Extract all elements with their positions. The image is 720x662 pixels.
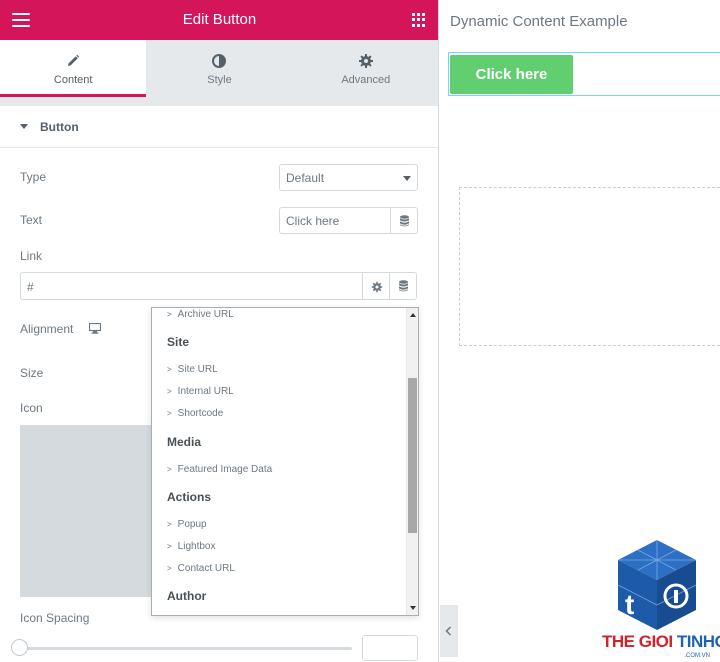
icon-picker-preview[interactable] [20, 425, 151, 597]
icon-spacing-input[interactable] [362, 635, 418, 661]
gear-icon [371, 281, 383, 293]
section-toggle-button[interactable]: Button [0, 106, 438, 148]
link-label: Link [20, 249, 43, 263]
click-here-button[interactable]: Click here [450, 55, 573, 94]
pencil-icon [68, 54, 80, 66]
section-title: Button [40, 120, 79, 134]
tab-content-label: Content [53, 74, 93, 86]
size-label: Size [20, 366, 44, 380]
text-input[interactable]: Click here [279, 207, 390, 234]
half-circle-icon [212, 54, 227, 68]
caret-down-icon [20, 124, 28, 129]
chevron-down-icon [403, 176, 411, 181]
panel-tabs: Content Style Advanced [0, 40, 438, 97]
dropdown-item[interactable]: > Internal URL [167, 386, 234, 397]
panel-divider [0, 97, 438, 106]
link-options-button[interactable] [362, 272, 390, 300]
text-input-value: Click here [286, 214, 340, 228]
dropdown-scrollbar[interactable] [406, 308, 418, 615]
tab-style[interactable]: Style [146, 40, 292, 97]
watermark-subtext: .COM.VN [684, 653, 710, 659]
widgets-grid-icon[interactable] [412, 13, 426, 27]
dropdown-item[interactable]: > Archive URL [167, 309, 234, 320]
dropdown-group-heading: Site [167, 335, 190, 349]
type-label: Type [20, 170, 47, 184]
tab-advanced[interactable]: Advanced [293, 40, 438, 97]
panel-title: Edit Button [182, 11, 257, 28]
type-select-value: Default [286, 171, 325, 185]
gear-icon [358, 54, 373, 68]
icon-label: Icon [20, 401, 43, 415]
dropdown-item[interactable]: > Shortcode [167, 408, 223, 419]
dynamic-tags-dropdown: > Archive URL Site > Site URL > Internal UR… [151, 307, 419, 616]
panel-header: Edit Button [0, 0, 438, 40]
editor-panel: Edit Button Content Style Advanced Butto… [0, 0, 439, 662]
scroll-up-arrow-icon[interactable] [410, 313, 416, 317]
icon-spacing-slider-track[interactable] [20, 647, 352, 650]
link-input[interactable]: # [20, 272, 362, 300]
link-dynamic-tags-button[interactable] [389, 272, 417, 300]
dropdown-group-heading: Actions [167, 490, 212, 504]
link-input-value: # [27, 280, 34, 294]
collapse-panel-button[interactable] [440, 605, 458, 657]
icon-spacing-slider-handle[interactable] [11, 639, 28, 656]
database-icon [399, 280, 408, 292]
dropdown-item[interactable]: > Popup [167, 519, 207, 530]
selected-button-widget[interactable]: Click here [448, 52, 720, 96]
database-icon [400, 215, 409, 227]
dropdown-item[interactable]: > Site URL [167, 364, 218, 375]
watermark-logo: t THE GIOI TINHOC .COM.VN [598, 538, 720, 662]
icon-spacing-label: Icon Spacing [20, 611, 90, 625]
alignment-label: Alignment [20, 322, 74, 336]
scroll-down-arrow-icon[interactable] [410, 606, 416, 610]
tab-style-label: Style [207, 74, 232, 86]
tab-content[interactable]: Content [0, 40, 147, 97]
text-label: Text [20, 213, 43, 227]
scrollbar-thumb[interactable] [408, 378, 417, 533]
chevron-left-icon [445, 626, 452, 636]
tab-advanced-label: Advanced [341, 74, 391, 86]
dropdown-item[interactable]: > Contact URL [167, 563, 235, 574]
dropdown-item[interactable]: > Lightbox [167, 541, 215, 552]
watermark-text: THE GIOI TINHOC [602, 632, 720, 651]
dropdown-item[interactable]: > Featured Image Data [167, 464, 272, 475]
dropdown-group-heading: Media [167, 435, 202, 449]
cube-logo-icon: t [617, 540, 697, 630]
dropdown-group-heading: Author [167, 589, 207, 603]
text-dynamic-tags-button[interactable] [390, 207, 418, 234]
preview-heading: Dynamic Content Example [450, 13, 628, 30]
type-select[interactable]: Default [279, 164, 418, 191]
svg-text:t: t [625, 589, 634, 620]
empty-drop-area[interactable] [459, 187, 720, 346]
desktop-monitor-icon[interactable] [89, 323, 101, 334]
